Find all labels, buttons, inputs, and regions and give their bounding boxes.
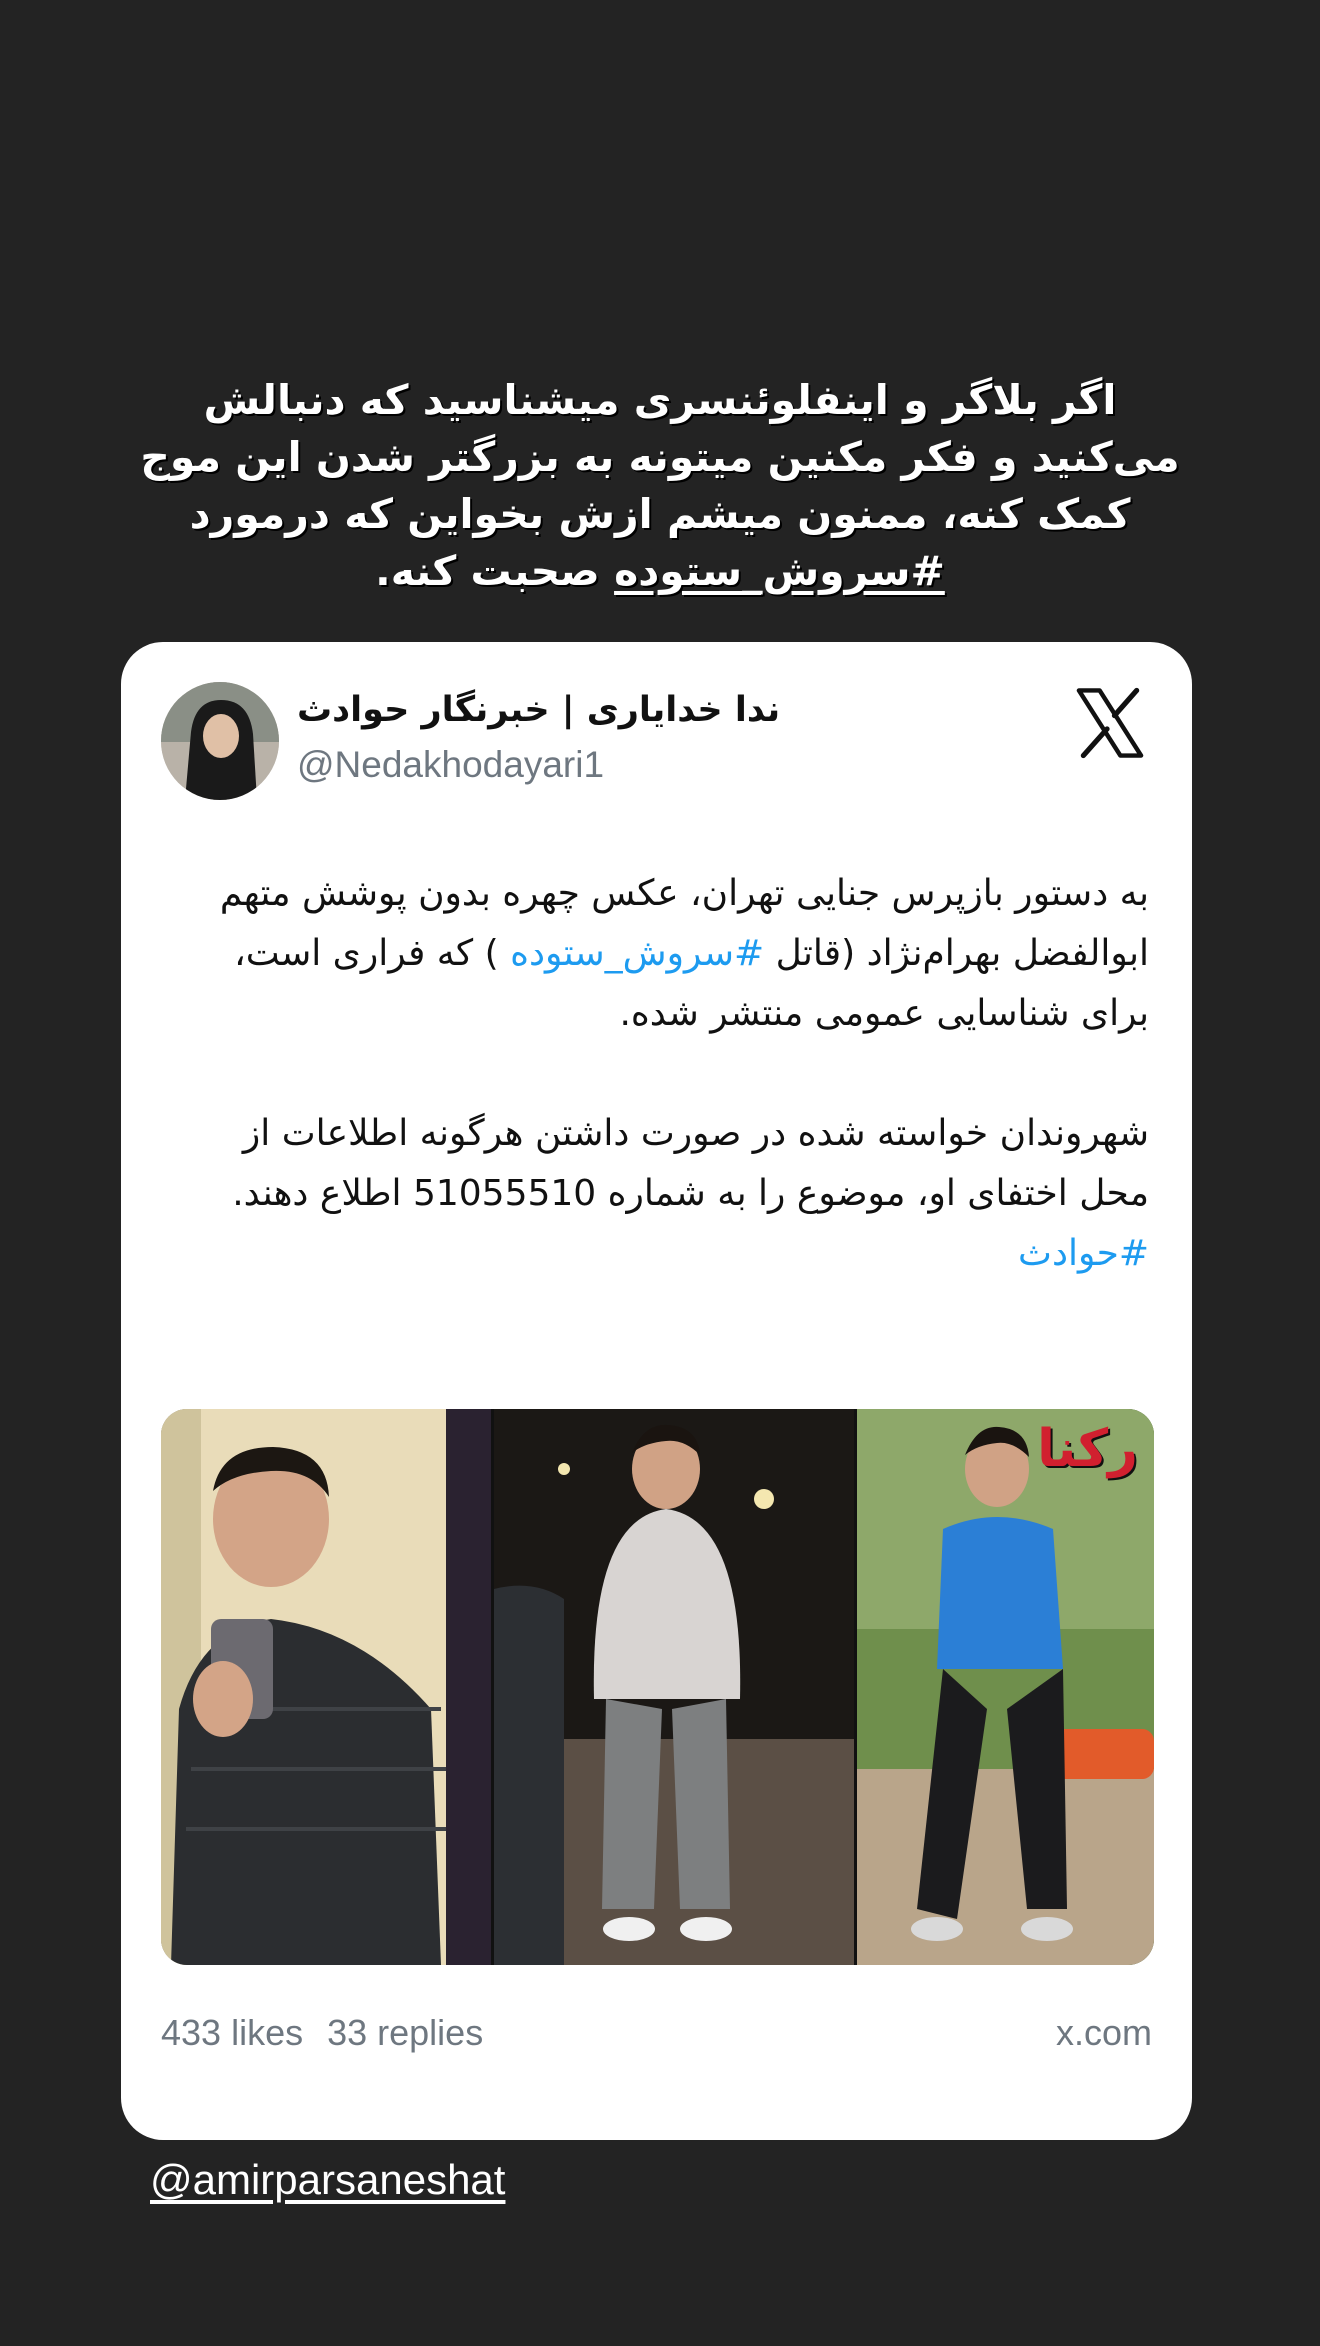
tweet-stats: 433 likes 33 replies — [161, 2012, 497, 2054]
watermark-text: رکنا — [1037, 1419, 1138, 1479]
author-name[interactable]: ندا خدایاری | خبرنگار حوادث — [297, 690, 897, 730]
story-caption: اگر بلاگر و اینفلوئنسری میشناسید که دنبا… — [140, 372, 1180, 600]
photo-panel-3 — [857, 1409, 1154, 1965]
tweet-hashtag-link-2[interactable]: #حوادث — [173, 1224, 1149, 1284]
mention-sticker[interactable]: @amirparsaneshat — [150, 2156, 505, 2204]
likes-count[interactable]: 433 likes — [161, 2012, 303, 2053]
x-logo-icon[interactable] — [1073, 686, 1147, 760]
photo-panel-1 — [161, 1409, 491, 1965]
replies-count[interactable]: 33 replies — [327, 2012, 483, 2053]
tweet-paragraph-1: به دستور بازپرس جنایی تهران، عکس چهره بد… — [173, 864, 1149, 1044]
photo-panel-2 — [494, 1409, 854, 1965]
tweet-card[interactable]: ندا خدایاری | خبرنگار حوادث @Nedakhodaya… — [121, 642, 1192, 2140]
caption-text: اگر بلاگر و اینفلوئنسری میشناسید که دنبا… — [140, 376, 1180, 538]
tweet-paragraph-2: شهروندان خواسته شده در صورت داشتن هرگونه… — [232, 1113, 1149, 1214]
author-avatar[interactable] — [161, 682, 279, 800]
tweet-media[interactable]: رکنا — [161, 1409, 1154, 1965]
caption-hashtag[interactable]: #سروش_ستوده — [614, 547, 945, 595]
tweet-hashtag-link[interactable]: #سروش_ستوده — [510, 933, 764, 974]
caption-end: صحبت کنه. — [375, 547, 600, 595]
avatar-photo — [161, 682, 279, 800]
media-watermark: رکنا — [1037, 1419, 1138, 1479]
tweet-body: به دستور بازپرس جنایی تهران، عکس چهره بد… — [173, 864, 1149, 1284]
source-domain[interactable]: x.com — [1056, 2012, 1152, 2054]
author-handle[interactable]: @Nedakhodayari1 — [297, 744, 604, 786]
